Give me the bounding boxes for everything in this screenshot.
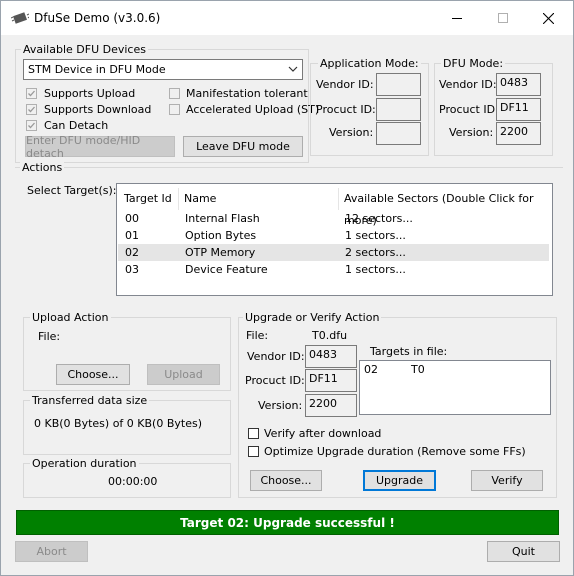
leave-dfu-mode-button[interactable]: Leave DFU mode — [183, 136, 303, 157]
dfu-version-label: Version: — [449, 126, 494, 139]
upload-choose-button[interactable]: Choose... — [56, 364, 130, 385]
checkmark-icon — [28, 90, 35, 97]
window-title: DfuSe Demo (v3.0.6) — [34, 11, 161, 25]
dfu-product-id-field: DF11 — [496, 98, 541, 121]
column-separator — [178, 188, 179, 210]
supports-upload-label: Supports Upload — [44, 87, 136, 100]
target-name: Device Feature — [185, 263, 268, 276]
manifestation-tolerant-label: Manifestation tolerant — [186, 87, 308, 100]
target-row[interactable]: 03 Device Feature 1 sectors... — [118, 261, 549, 278]
upgrade-version-field: 2200 — [305, 394, 357, 417]
dfu-version-field: 2200 — [496, 122, 541, 145]
supports-download-checkbox — [26, 104, 37, 115]
dfu-product-id-label: Procuct ID: — [439, 103, 499, 116]
dfu-vendor-id-label: Vendor ID: — [439, 78, 497, 91]
transferred-value: 0 KB(0 Bytes) of 0 KB(0 Bytes) — [34, 417, 202, 430]
close-button[interactable] — [525, 1, 571, 35]
maximize-button[interactable] — [480, 1, 526, 35]
verify-after-download-label: Verify after download — [264, 427, 382, 440]
title-bar[interactable]: DfuSe Demo (v3.0.6) — [1, 1, 573, 35]
upgrade-verify-label: Upgrade or Verify Action — [243, 311, 382, 324]
minimize-icon — [452, 18, 462, 19]
supports-download-label: Supports Download — [44, 103, 152, 116]
enter-dfu-mode-button[interactable]: Enter DFU mode/HID detach — [25, 134, 175, 160]
upgrade-vendor-id-label: Vendor ID: — [247, 350, 305, 363]
column-sectors[interactable]: Available Sectors (Double Click for more… — [344, 188, 552, 227]
column-name[interactable]: Name — [184, 188, 216, 210]
target-id: 03 — [125, 263, 139, 276]
optimize-upgrade-checkbox[interactable] — [248, 446, 259, 457]
abort-button[interactable]: Abort — [15, 541, 88, 562]
file-target-id: 02 — [364, 363, 378, 376]
status-message: Target 02: Upgrade successful ! — [16, 510, 559, 535]
app-product-id-field — [376, 98, 421, 121]
dfu-devices-label: Available DFU Devices — [21, 43, 148, 56]
app-version-field — [376, 122, 421, 145]
application-mode-label: Application Mode: — [318, 57, 421, 70]
column-target-id[interactable]: Target Id — [124, 188, 172, 210]
app-version-label: Version: — [329, 126, 374, 139]
targets-in-file-label: Targets in file: — [370, 345, 448, 358]
target-row-selected[interactable]: 02 OTP Memory 2 sectors... — [118, 244, 549, 261]
device-select-value: STM Device in DFU Mode — [28, 63, 166, 76]
dfu-mode-label: DFU Mode: — [441, 57, 506, 70]
app-vendor-id-field — [376, 73, 421, 96]
close-icon — [542, 12, 554, 24]
upgrade-choose-button[interactable]: Choose... — [250, 470, 322, 491]
upgrade-vendor-id-field: 0483 — [305, 345, 357, 368]
file-target-name: T0 — [411, 363, 425, 376]
upgrade-file-label: File: — [246, 329, 269, 342]
targets-in-file-list[interactable]: 02 T0 — [359, 360, 551, 415]
can-detach-label: Can Detach — [44, 119, 109, 132]
checkmark-icon — [28, 106, 35, 113]
maximize-icon — [498, 13, 508, 23]
dfuse-window: DfuSe Demo (v3.0.6) Available DFU Device… — [0, 0, 574, 576]
targets-list[interactable]: Target Id Name Available Sectors (Double… — [116, 183, 553, 296]
app-product-id-label: Procuct ID: — [316, 103, 376, 116]
target-id: 00 — [125, 212, 139, 225]
select-targets-label: Select Target(s): — [27, 184, 117, 197]
column-separator — [338, 188, 339, 210]
upgrade-product-id-field: DF11 — [305, 369, 357, 392]
target-name: Option Bytes — [185, 229, 257, 242]
actions-label: Actions — [20, 161, 65, 174]
upgrade-version-label: Version: — [258, 399, 303, 412]
chevron-down-icon — [288, 66, 298, 72]
target-sectors: 2 sectors... — [345, 246, 406, 259]
transferred-label: Transferred data size — [30, 394, 150, 407]
target-sectors: 12 sectors... — [345, 212, 413, 225]
target-name: Internal Flash — [185, 212, 260, 225]
verify-button[interactable]: Verify — [471, 470, 543, 491]
optimize-upgrade-label: Optimize Upgrade duration (Remove some F… — [264, 445, 526, 458]
checkmark-icon — [28, 122, 35, 129]
supports-upload-checkbox — [26, 88, 37, 99]
target-row[interactable]: 01 Option Bytes 1 sectors... — [118, 227, 549, 244]
device-select[interactable]: STM Device in DFU Mode — [23, 59, 303, 80]
dfu-vendor-id-field: 0483 — [496, 73, 541, 96]
verify-after-download-checkbox[interactable] — [248, 428, 259, 439]
upload-button[interactable]: Upload — [147, 364, 220, 385]
app-vendor-id-label: Vendor ID: — [316, 78, 374, 91]
accelerated-upload-checkbox — [169, 104, 180, 115]
upgrade-product-id-label: Procuct ID: — [245, 374, 305, 387]
operation-duration-value: 00:00:00 — [108, 475, 158, 488]
quit-button[interactable]: Quit — [487, 541, 560, 562]
target-name: OTP Memory — [185, 246, 256, 259]
minimize-button[interactable] — [434, 1, 480, 35]
upgrade-file-name: T0.dfu — [312, 329, 348, 342]
upgrade-button[interactable]: Upgrade — [363, 470, 436, 491]
manifestation-tolerant-checkbox — [169, 88, 180, 99]
target-row[interactable]: 00 Internal Flash 12 sectors... — [118, 210, 549, 227]
target-id: 01 — [125, 229, 139, 242]
actions-divider — [15, 167, 563, 168]
operation-duration-label: Operation duration — [30, 457, 139, 470]
target-sectors: 1 sectors... — [345, 263, 406, 276]
target-id: 02 — [125, 246, 139, 259]
upload-action-label: Upload Action — [30, 311, 111, 324]
app-chip-icon — [10, 11, 30, 25]
can-detach-checkbox — [26, 120, 37, 131]
target-sectors: 1 sectors... — [345, 229, 406, 242]
upload-file-label: File: — [38, 330, 61, 343]
accelerated-upload-label: Accelerated Upload (ST) — [186, 103, 320, 116]
